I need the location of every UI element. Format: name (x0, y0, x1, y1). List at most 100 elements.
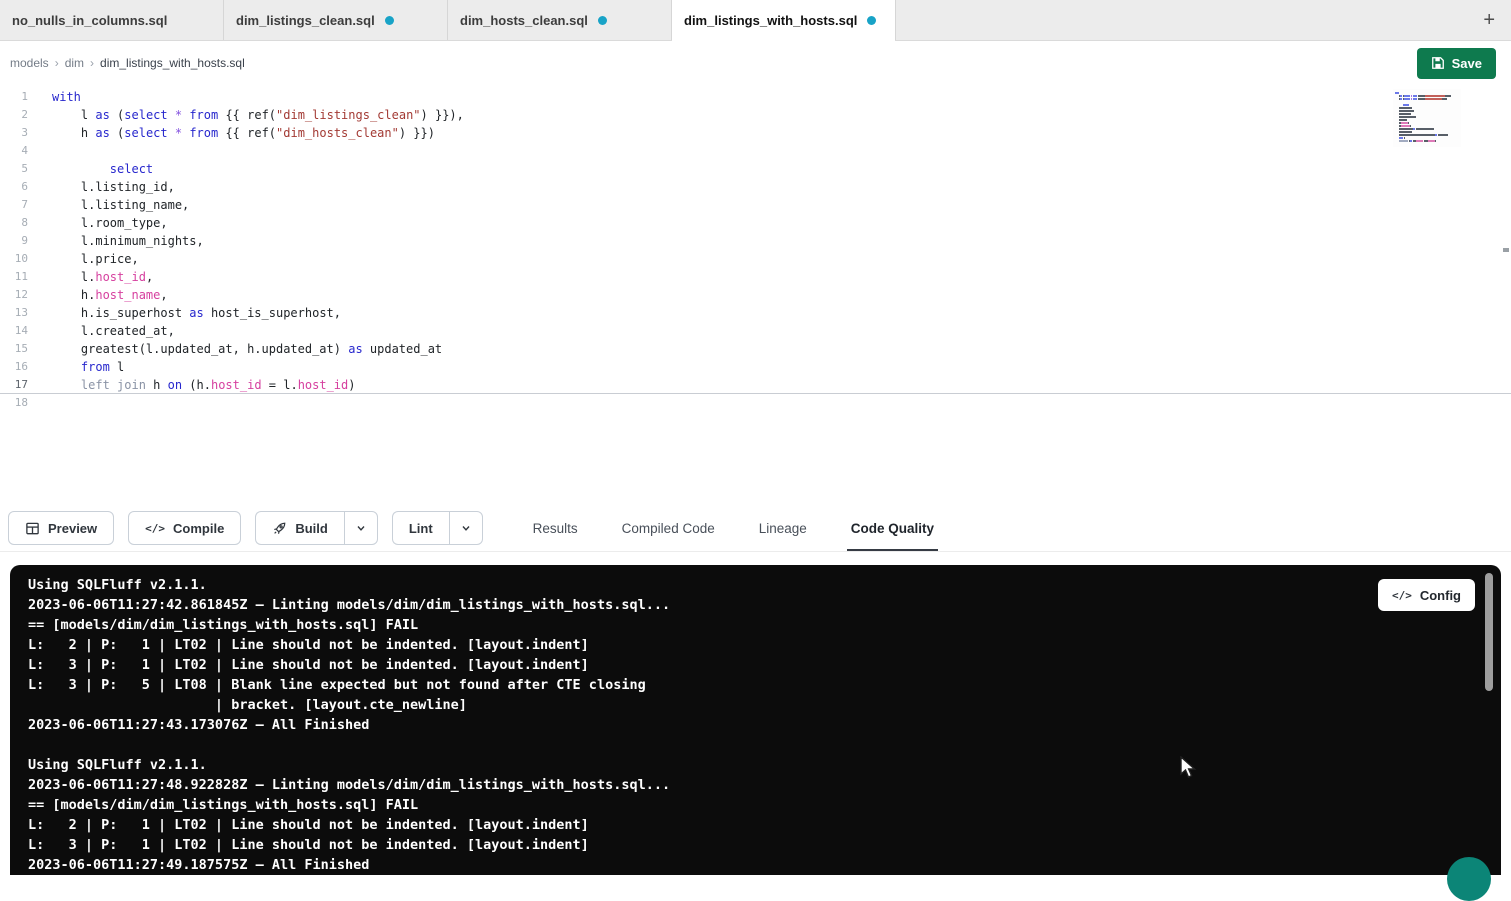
code-line[interactable]: 6 l.listing_id, (0, 178, 1511, 196)
code-line[interactable]: 8 l.room_type, (0, 214, 1511, 232)
config-button[interactable]: </> Config (1378, 579, 1475, 611)
line-number: 13 (0, 304, 28, 322)
code-lines: 1with2 l as (select * from {{ ref("dim_l… (0, 88, 1511, 412)
lint-split-button: Lint (392, 511, 483, 545)
line-number: 2 (0, 106, 28, 124)
lint-button[interactable]: Lint (392, 511, 449, 545)
code-line[interactable]: 7 l.listing_name, (0, 196, 1511, 214)
editor-tab[interactable]: dim_listings_clean.sql (224, 0, 448, 40)
editor-tab[interactable]: dim_listings_with_hosts.sql (672, 0, 896, 40)
compile-label: Compile (173, 521, 224, 536)
rocket-icon (272, 521, 287, 536)
breadcrumb-separator: › (55, 56, 59, 70)
terminal-line: 2023-06-06T11:27:48.922828Z — Linting mo… (28, 775, 1483, 795)
code-line[interactable]: 17 left join h on (h.host_id = l.host_id… (0, 376, 1511, 394)
tab-label: dim_hosts_clean.sql (460, 13, 588, 28)
code-text: h.is_superhost as host_is_superhost, (28, 304, 341, 322)
terminal-line: L: 2 | P: 1 | LT02 | Line should not be … (28, 815, 1483, 835)
line-number: 11 (0, 268, 28, 286)
compile-button[interactable]: </> Compile (128, 511, 241, 545)
code-line[interactable]: 9 l.minimum_nights, (0, 232, 1511, 250)
terminal-line: L: 3 | P: 1 | LT02 | Line should not be … (28, 835, 1483, 855)
code-text: l.price, (28, 250, 139, 268)
code-text: select (28, 160, 153, 178)
terminal-line: == [models/dim/dim_listings_with_hosts.s… (28, 615, 1483, 635)
code-line[interactable]: 14 l.created_at, (0, 322, 1511, 340)
code-line[interactable]: 18 (0, 394, 1511, 412)
terminal-scrollbar[interactable] (1485, 573, 1493, 875)
editor-tab[interactable]: no_nulls_in_columns.sql (0, 0, 224, 40)
line-number: 6 (0, 178, 28, 196)
tab-label: no_nulls_in_columns.sql (12, 13, 167, 28)
code-text: l.created_at, (28, 322, 175, 340)
save-button-label: Save (1452, 56, 1482, 71)
code-text: h as (select * from {{ ref("dim_hosts_cl… (28, 124, 435, 142)
editor-tab[interactable]: dim_hosts_clean.sql (448, 0, 672, 40)
terminal-line: | bracket. [layout.cte_newline] (28, 695, 1483, 715)
code-line[interactable]: 2 l as (select * from {{ ref("dim_listin… (0, 106, 1511, 124)
line-number: 5 (0, 160, 28, 178)
unsaved-changes-dot (867, 16, 876, 25)
terminal-output: Using SQLFluff v2.1.1.2023-06-06T11:27:4… (28, 575, 1483, 875)
code-line[interactable]: 12 h.host_name, (0, 286, 1511, 304)
code-line[interactable]: 16 from l (0, 358, 1511, 376)
line-number: 7 (0, 196, 28, 214)
code-line[interactable]: 13 h.is_superhost as host_is_superhost, (0, 304, 1511, 322)
panel-tab-results[interactable]: Results (529, 505, 582, 551)
code-text (28, 394, 52, 412)
breadcrumb-item[interactable]: models (10, 56, 49, 70)
panel-tab-code-quality[interactable]: Code Quality (847, 505, 938, 551)
code-text (28, 142, 52, 160)
terminal-line: 2023-06-06T11:27:43.173076Z — All Finish… (28, 715, 1483, 735)
build-split-button: Build (255, 511, 378, 545)
line-number: 14 (0, 322, 28, 340)
lint-dropdown-button[interactable] (449, 511, 483, 545)
build-label: Build (295, 521, 328, 536)
code-line[interactable]: 10 l.price, (0, 250, 1511, 268)
new-tab-button[interactable]: + (1467, 10, 1511, 30)
line-number: 1 (0, 88, 28, 106)
mouse-cursor (1178, 756, 1198, 780)
lint-label: Lint (409, 521, 433, 536)
minimap[interactable] (1393, 89, 1461, 147)
code-line[interactable]: 4 (0, 142, 1511, 160)
breadcrumb-separator: › (90, 56, 94, 70)
panel-tabs: Results Compiled Code Lineage Code Quality (529, 505, 974, 551)
code-line[interactable]: 15 greatest(l.updated_at, h.updated_at) … (0, 340, 1511, 358)
terminal-line: Using SQLFluff v2.1.1. (28, 755, 1483, 775)
unsaved-changes-dot (598, 16, 607, 25)
terminal-panel: Using SQLFluff v2.1.1.2023-06-06T11:27:4… (10, 565, 1501, 875)
code-line[interactable]: 11 l.host_id, (0, 268, 1511, 286)
build-dropdown-button[interactable] (344, 511, 378, 545)
line-number: 9 (0, 232, 28, 250)
code-text: left join h on (h.host_id = l.host_id) (28, 376, 356, 393)
build-button[interactable]: Build (255, 511, 344, 545)
panel-tab-compiled-code[interactable]: Compiled Code (618, 505, 719, 551)
file-tab-bar: no_nulls_in_columns.sql dim_listings_clea… (0, 0, 1511, 41)
help-beacon-button[interactable] (1447, 857, 1491, 901)
line-number: 16 (0, 358, 28, 376)
terminal-line: L: 2 | P: 1 | LT02 | Line should not be … (28, 635, 1483, 655)
panel-tab-lineage[interactable]: Lineage (755, 505, 811, 551)
code-line[interactable]: 3 h as (select * from {{ ref("dim_hosts_… (0, 124, 1511, 142)
line-number: 12 (0, 286, 28, 304)
line-number: 18 (0, 394, 28, 412)
code-text: l.listing_name, (28, 196, 189, 214)
code-text: l.room_type, (28, 214, 168, 232)
chevron-down-icon (355, 522, 367, 534)
code-editor[interactable]: 1with2 l as (select * from {{ ref("dim_l… (0, 85, 1511, 505)
terminal-line: L: 3 | P: 1 | LT02 | Line should not be … (28, 655, 1483, 675)
code-line[interactable]: 5 select (0, 160, 1511, 178)
code-line[interactable]: 1with (0, 88, 1511, 106)
code-text: from l (28, 358, 124, 376)
terminal-line: 2023-06-06T11:27:42.861845Z — Linting mo… (28, 595, 1483, 615)
breadcrumb-item[interactable]: dim_listings_with_hosts.sql (100, 56, 245, 70)
save-button[interactable]: Save (1417, 48, 1496, 79)
breadcrumb-item[interactable]: dim (65, 56, 84, 70)
tab-label: dim_listings_clean.sql (236, 13, 375, 28)
code-text: l as (select * from {{ ref("dim_listings… (28, 106, 464, 124)
editor-scrollbar[interactable] (1501, 85, 1511, 505)
preview-button[interactable]: Preview (8, 511, 114, 545)
line-number: 15 (0, 340, 28, 358)
scrollbar-thumb[interactable] (1485, 573, 1493, 691)
